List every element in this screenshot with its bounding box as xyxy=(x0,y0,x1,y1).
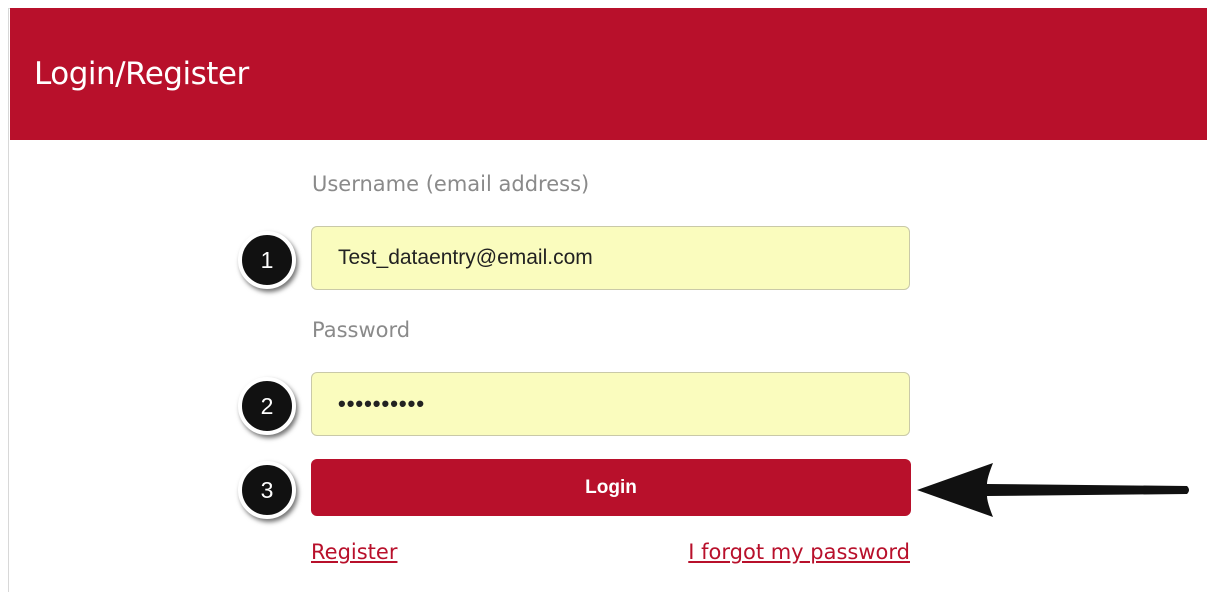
panel-header: Login/Register xyxy=(10,8,1207,140)
username-input[interactable] xyxy=(311,226,910,290)
forgot-password-link[interactable]: I forgot my password xyxy=(688,540,910,564)
step-1-badge: 1 xyxy=(238,231,296,289)
left-arrow-icon xyxy=(917,463,1189,517)
username-label: Username (email address) xyxy=(312,172,590,196)
password-label: Password xyxy=(312,318,411,342)
register-link[interactable]: Register xyxy=(311,540,397,564)
step-2-badge: 2 xyxy=(238,377,296,435)
login-page: Login/Register Username (email address) … xyxy=(0,0,1207,592)
page-title: Login/Register xyxy=(34,56,249,92)
step-3-badge: 3 xyxy=(238,461,296,519)
password-input[interactable] xyxy=(311,372,910,436)
login-button[interactable]: Login xyxy=(311,459,911,516)
